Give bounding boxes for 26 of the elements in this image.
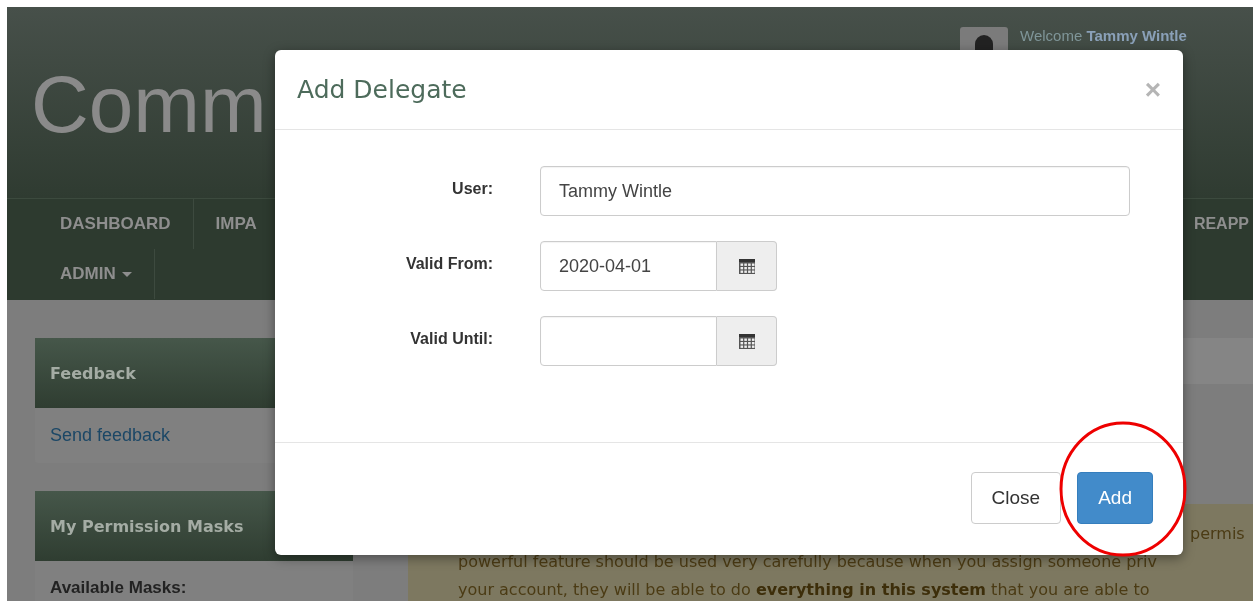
- date-field[interactable]: 2020-04-01: [540, 241, 717, 291]
- field-label: Valid From:: [404, 255, 493, 273]
- calendar-icon: [737, 332, 756, 350]
- field-label: User:: [451, 180, 493, 198]
- calendar-icon: [737, 257, 756, 275]
- close-button[interactable]: ×: [1144, 75, 1161, 104]
- add-button[interactable]: Add: [1077, 472, 1153, 524]
- dialog-title: Add Delegate: [297, 75, 467, 104]
- nav-item[interactable]: IMPA: [193, 199, 279, 249]
- calendar-button[interactable]: [717, 241, 777, 291]
- welcome-text: Welcome Tammy Wintle: [1020, 27, 1187, 45]
- alert-text: permis: [1190, 523, 1246, 545]
- masks-label: Available Masks:: [50, 578, 187, 597]
- close-dialog-button[interactable]: Close: [970, 472, 1062, 524]
- calendar-button[interactable]: [717, 316, 777, 366]
- nav-item[interactable]: DASHBOARD: [7, 199, 194, 249]
- date-field[interactable]: [540, 316, 717, 366]
- feedback-link[interactable]: Send feedback: [50, 425, 171, 445]
- nav-item[interactable]: REAPP: [1193, 199, 1253, 249]
- app-title: Comm: [31, 65, 267, 145]
- caret-icon: [121, 271, 132, 277]
- alert-text: your account, they will be able to do everything in this system that you are able to: [458, 579, 1151, 601]
- user-field[interactable]: Tammy Wintle: [540, 166, 1130, 216]
- nav-item[interactable]: ADMIN: [7, 249, 155, 299]
- alert-text: powerful feature should be used very carefully because when you assign someone priv: [458, 551, 1158, 573]
- field-label: Valid Until:: [409, 330, 493, 348]
